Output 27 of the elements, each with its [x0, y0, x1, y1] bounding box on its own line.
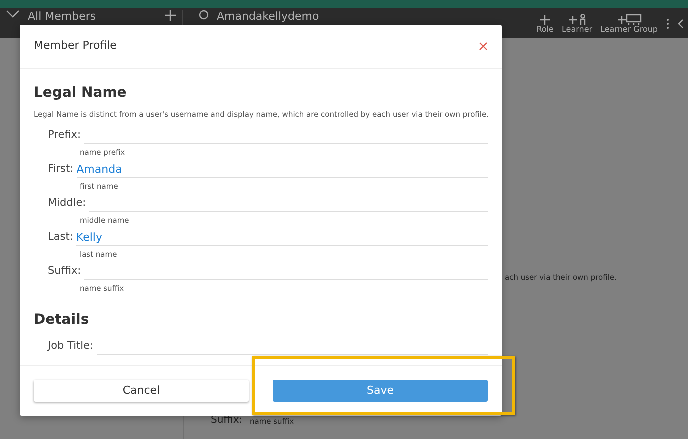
group-title: All Members: [28, 10, 98, 24]
toolbar-button[interactable]: Role: [536, 14, 554, 34]
field-label: First:: [48, 162, 74, 178]
add-person-icon: [568, 14, 587, 26]
field-label: Prefix:: [48, 128, 82, 144]
add-group-icon: [616, 14, 642, 26]
chevron-down-icon[interactable]: [6, 10, 20, 18]
text-field[interactable]: Kelly: [76, 231, 488, 246]
plus-icon: [539, 14, 552, 26]
section-heading: Details: [34, 311, 90, 330]
dialog-title: Member Profile: [34, 38, 117, 54]
toolbar-button[interactable]: Learner Group: [600, 14, 658, 34]
cancel-button[interactable]: Cancel: [34, 380, 249, 402]
save-button[interactable]: Save: [273, 380, 488, 402]
field-label: Job Title:: [48, 339, 94, 354]
text-field[interactable]: Amanda: [76, 163, 488, 178]
kebab-menu-icon[interactable]: [666, 18, 670, 30]
circle-icon: [199, 10, 209, 20]
toolbar-button[interactable]: Learner: [562, 14, 593, 34]
close-icon[interactable]: [479, 42, 488, 51]
plus-icon[interactable]: [165, 10, 176, 21]
field-label: Last:: [48, 230, 74, 246]
field-label: Middle:: [48, 196, 86, 212]
user-name: Amandakellydemo: [217, 10, 320, 24]
section-heading: Legal Name: [34, 84, 128, 103]
field-label: Suffix:: [48, 264, 82, 280]
chevron-left-icon[interactable]: [678, 19, 684, 29]
